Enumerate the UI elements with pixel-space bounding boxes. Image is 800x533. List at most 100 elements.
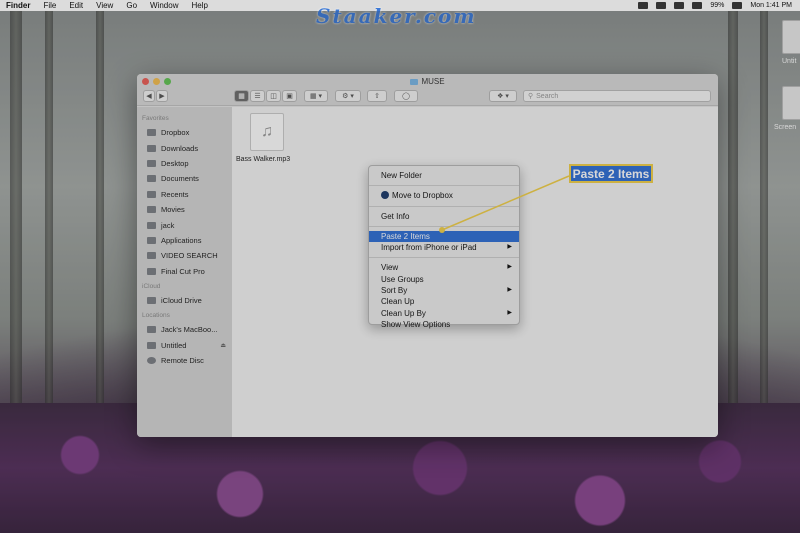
menu-help[interactable]: Help xyxy=(191,1,207,10)
sidebar-item-remote-disc[interactable]: Remote Disc xyxy=(137,353,232,368)
icon-view-button[interactable]: ▦ xyxy=(234,90,249,102)
gallery-view-button[interactable]: ▣ xyxy=(282,90,297,102)
callout-label: Paste 2 Items xyxy=(569,164,653,183)
menu-item-view[interactable]: View ▶ xyxy=(369,262,519,273)
sidebar-item-label: Recents xyxy=(161,189,189,199)
tree-trunk xyxy=(728,0,738,453)
submenu-arrow-icon: ▶ xyxy=(507,309,512,316)
menu-item-paste-2-items[interactable]: Paste 2 Items xyxy=(369,230,519,243)
battery-icon[interactable] xyxy=(732,2,743,9)
music-file-icon[interactable]: ♫ xyxy=(250,113,284,151)
menu-window[interactable]: Window xyxy=(150,1,178,10)
menu-item-label: Import from iPhone or iPad xyxy=(381,243,477,253)
sidebar-item-label: jack xyxy=(161,220,175,230)
desktop-volume-icon[interactable] xyxy=(782,20,800,54)
home-icon xyxy=(147,221,156,229)
sidebar-item-video-search[interactable]: VIDEO SEARCH xyxy=(137,248,232,263)
sidebar-item-label: Desktop xyxy=(161,158,189,168)
sidebar-item-recents[interactable]: Recents xyxy=(137,187,232,202)
recents-icon xyxy=(147,190,156,198)
menu-separator xyxy=(369,257,519,259)
display-status-icon[interactable] xyxy=(674,2,685,9)
sidebar-item-applications[interactable]: Applications xyxy=(137,233,232,248)
search-icon: ⚲ xyxy=(528,93,534,100)
forward-button[interactable]: ▶ xyxy=(156,90,168,102)
downloads-icon xyxy=(147,144,156,152)
desktop-volume-label: Untit xyxy=(782,58,797,65)
list-view-button[interactable]: ☰ xyxy=(250,90,265,102)
menu-item-label: View xyxy=(381,263,399,273)
sidebar-item-icloud-drive[interactable]: iCloud Drive xyxy=(137,293,232,308)
watermark: Staaker.com xyxy=(316,4,477,28)
sidebar-item-label: VIDEO SEARCH xyxy=(161,251,218,261)
menu-go[interactable]: Go xyxy=(126,1,137,10)
sidebar-item-label: Applications xyxy=(161,235,202,245)
battery-percent[interactable]: 99% xyxy=(710,2,724,9)
group-button[interactable]: ▦ ▾ xyxy=(304,90,328,102)
sidebar-item-label: Documents xyxy=(161,174,199,184)
submenu-arrow-icon: ▶ xyxy=(507,244,512,251)
disk-icon xyxy=(147,341,156,349)
menu-item-sort-by[interactable]: Sort By ▶ xyxy=(369,285,519,296)
dropbox-status-icon[interactable] xyxy=(638,2,649,9)
wifi-icon[interactable] xyxy=(692,2,703,9)
menu-item-import-from-iphone[interactable]: Import from iPhone or iPad ▶ xyxy=(369,242,519,253)
menu-view[interactable]: View xyxy=(96,1,113,10)
dropbox-toolbar-button[interactable]: ❖ ▾ xyxy=(489,90,517,102)
sidebar-item-label: Jack's MacBoo... xyxy=(161,325,218,335)
sidebar-item-macbook[interactable]: Jack's MacBoo... xyxy=(137,322,232,337)
callout-pointer xyxy=(439,175,570,233)
back-button[interactable]: ◀ xyxy=(143,90,155,102)
cloud-status-icon[interactable] xyxy=(656,2,667,9)
search-field[interactable]: ⚲ Search xyxy=(523,90,711,102)
sidebar-item-untitled[interactable]: Untitled ⏏ xyxy=(137,338,232,353)
sidebar-item-label: Movies xyxy=(161,205,185,215)
disc-icon xyxy=(147,357,156,365)
tree-trunk xyxy=(45,0,53,453)
menu-item-label: Clean Up By xyxy=(381,308,426,318)
laptop-icon xyxy=(147,326,156,334)
menu-item-clean-up[interactable]: Clean Up xyxy=(369,296,519,307)
menu-item-clean-up-by[interactable]: Clean Up By ▶ xyxy=(369,308,519,319)
sidebar-item-final-cut-pro[interactable]: Final Cut Pro xyxy=(137,264,232,279)
documents-icon xyxy=(147,175,156,183)
title-bar: MUSE ◀ ▶ ▦ ☰ ◫ ▣ ▦ ▾ ⚙ ▾ ⇧ ◯ ❖ ▾ ⚲ Searc… xyxy=(137,74,718,106)
sidebar-item-label: Final Cut Pro xyxy=(161,266,205,276)
tree-trunk xyxy=(96,0,104,453)
tree-trunk xyxy=(10,0,22,453)
dropbox-icon xyxy=(381,191,389,200)
dropbox-icon xyxy=(147,129,156,137)
sidebar-item-desktop[interactable]: Desktop xyxy=(137,156,232,171)
share-button[interactable]: ⇧ xyxy=(367,90,387,102)
window-title: MUSE xyxy=(137,77,718,86)
folder-icon xyxy=(410,79,419,85)
submenu-arrow-icon: ▶ xyxy=(507,287,512,294)
column-view-button[interactable]: ◫ xyxy=(266,90,281,102)
sidebar-item-dropbox[interactable]: Dropbox xyxy=(137,125,232,140)
sidebar-item-label: Dropbox xyxy=(161,128,190,138)
sidebar-item-documents[interactable]: Documents xyxy=(137,171,232,186)
sidebar-item-movies[interactable]: Movies xyxy=(137,202,232,217)
window-title-text: MUSE xyxy=(421,77,445,86)
final-cut-icon xyxy=(147,267,156,275)
sidebar-item-jack[interactable]: jack xyxy=(137,217,232,232)
sidebar-item-label: Remote Disc xyxy=(161,356,204,366)
menu-finder[interactable]: Finder xyxy=(6,1,30,10)
clock[interactable]: Mon 1:41 PM xyxy=(750,2,792,9)
menu-item-show-view-options[interactable]: Show View Options xyxy=(369,319,519,330)
sidebar-heading-icloud: iCloud xyxy=(142,282,161,290)
action-gear-button[interactable]: ⚙ ▾ xyxy=(335,90,361,102)
sidebar-item-label: Downloads xyxy=(161,143,199,153)
tags-button[interactable]: ◯ xyxy=(394,90,418,102)
menu-item-use-groups[interactable]: Use Groups xyxy=(369,274,519,285)
search-placeholder: Search xyxy=(536,92,559,100)
sidebar-item-downloads[interactable]: Downloads xyxy=(137,140,232,155)
sidebar-heading-favorites: Favorites xyxy=(142,115,169,122)
applications-icon xyxy=(147,236,156,244)
desktop-screenshot-icon[interactable] xyxy=(782,86,800,120)
menu-file[interactable]: File xyxy=(43,1,56,10)
eject-icon[interactable]: ⏏ xyxy=(220,342,226,349)
gear-icon xyxy=(147,252,156,260)
menu-edit[interactable]: Edit xyxy=(69,1,83,10)
file-name[interactable]: Bass Walker.mp3 xyxy=(236,156,290,163)
